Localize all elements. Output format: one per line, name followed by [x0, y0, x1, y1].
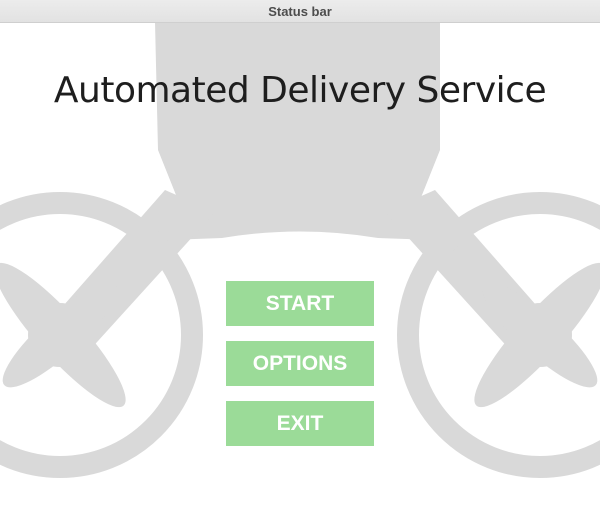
- main-menu: START OPTIONS EXIT: [226, 281, 374, 461]
- status-bar-title: Status bar: [268, 3, 332, 19]
- status-bar: Status bar: [0, 0, 600, 23]
- app-window: Status bar Automated Delivery Service ST…: [0, 0, 600, 510]
- start-button[interactable]: START: [226, 281, 374, 326]
- page-title: Automated Delivery Service: [53, 70, 547, 111]
- options-button[interactable]: OPTIONS: [226, 341, 374, 386]
- exit-button[interactable]: EXIT: [226, 401, 374, 446]
